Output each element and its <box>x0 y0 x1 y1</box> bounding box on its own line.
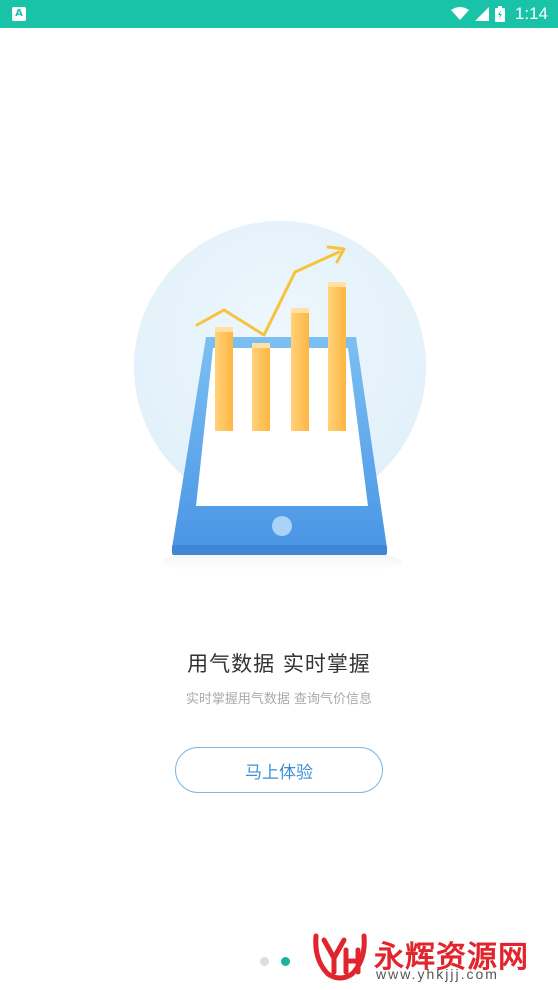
page-dot-2-active[interactable] <box>281 957 290 966</box>
wifi-icon <box>450 7 469 20</box>
tablet-bar-chart-illustration <box>134 221 426 576</box>
tablet-bottom-edge <box>172 545 387 555</box>
onboarding-subtitle: 实时掌握用气数据 查询气价信息 <box>185 692 373 707</box>
chart-bar-1-top <box>215 327 233 332</box>
chart-bar-1 <box>215 327 233 431</box>
start-experience-button[interactable]: 马上体验 <box>175 747 383 793</box>
chart-bar-2-top <box>252 343 270 348</box>
chart-bar-3-top <box>291 308 309 313</box>
chart-bar-3 <box>291 308 309 431</box>
page-dot-1[interactable] <box>260 957 269 966</box>
tablet-home-button <box>272 516 292 536</box>
watermark-url: www.yhkjjj.com <box>376 966 499 982</box>
onboarding-title: 用气数据 实时掌握 <box>187 652 371 676</box>
status-time: 1:14 <box>514 4 548 23</box>
app-notification-icon: A <box>12 7 26 21</box>
page-indicator <box>260 957 290 966</box>
chart-bar-2 <box>252 343 270 431</box>
watermark-logo <box>313 933 367 981</box>
status-bar: A 1:14 <box>0 0 558 28</box>
chart-bar-4 <box>328 282 346 431</box>
app-notification-letter: A <box>15 8 23 19</box>
chart-bar-4-top <box>328 282 346 287</box>
watermark: 永辉资源网 www.yhkjjj.com <box>312 928 552 984</box>
signal-icon <box>474 7 489 21</box>
status-right-group: 1:14 <box>450 0 548 28</box>
battery-icon <box>494 6 505 22</box>
